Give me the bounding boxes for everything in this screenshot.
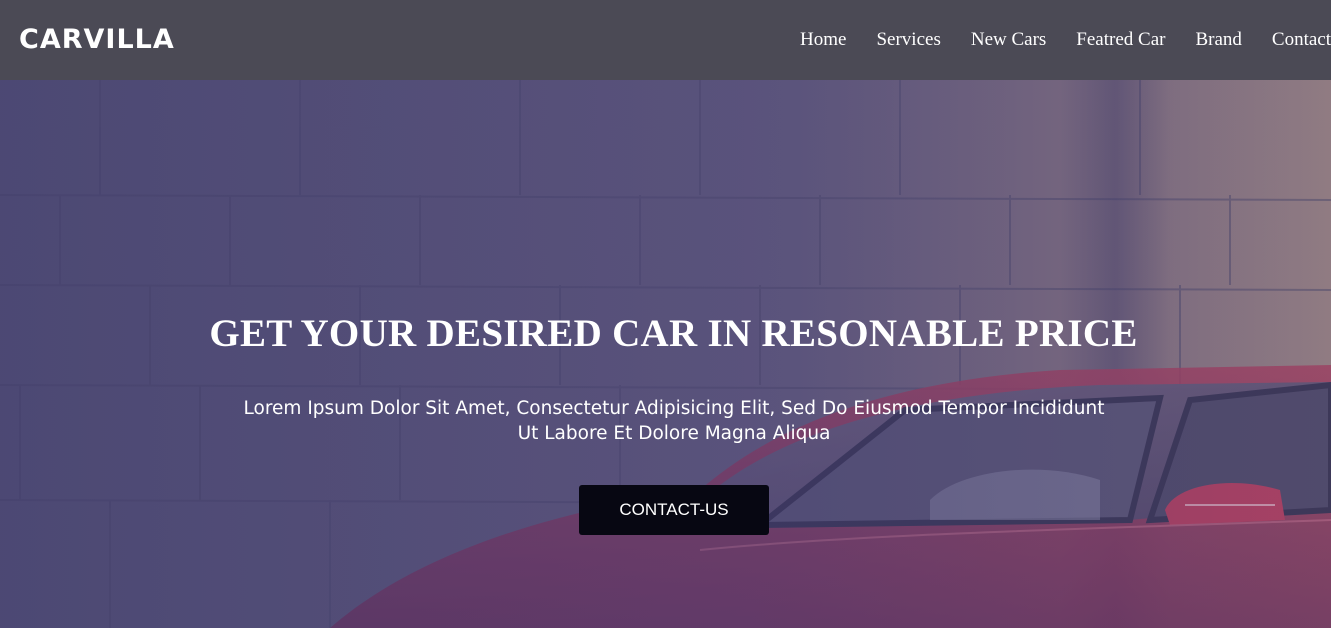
hero-section: GET YOUR DESIRED CAR IN RESONABLE PRICE … [0, 80, 1331, 628]
contact-us-button[interactable]: CONTACT-US [579, 485, 769, 535]
hero-title: GET YOUR DESIRED CAR IN RESONABLE PRICE [209, 312, 1138, 355]
page: CARVILLA Home Services New Cars Featred … [0, 0, 1331, 628]
nav-item-home[interactable]: Home [800, 28, 846, 52]
navbar: CARVILLA Home Services New Cars Featred … [0, 0, 1331, 80]
site-logo[interactable]: CARVILLA [19, 24, 175, 56]
nav-item-featured-car[interactable]: Featred Car [1076, 28, 1165, 52]
nav-menu: Home Services New Cars Featred Car Brand… [800, 28, 1331, 52]
nav-item-services[interactable]: Services [876, 28, 940, 52]
nav-item-new-cars[interactable]: New Cars [971, 28, 1046, 52]
nav-item-brand[interactable]: Brand [1195, 28, 1241, 52]
nav-item-contact[interactable]: Contact [1272, 28, 1331, 52]
hero-subtitle: Lorem Ipsum Dolor Sit Amet, Consectetur … [243, 398, 1105, 444]
